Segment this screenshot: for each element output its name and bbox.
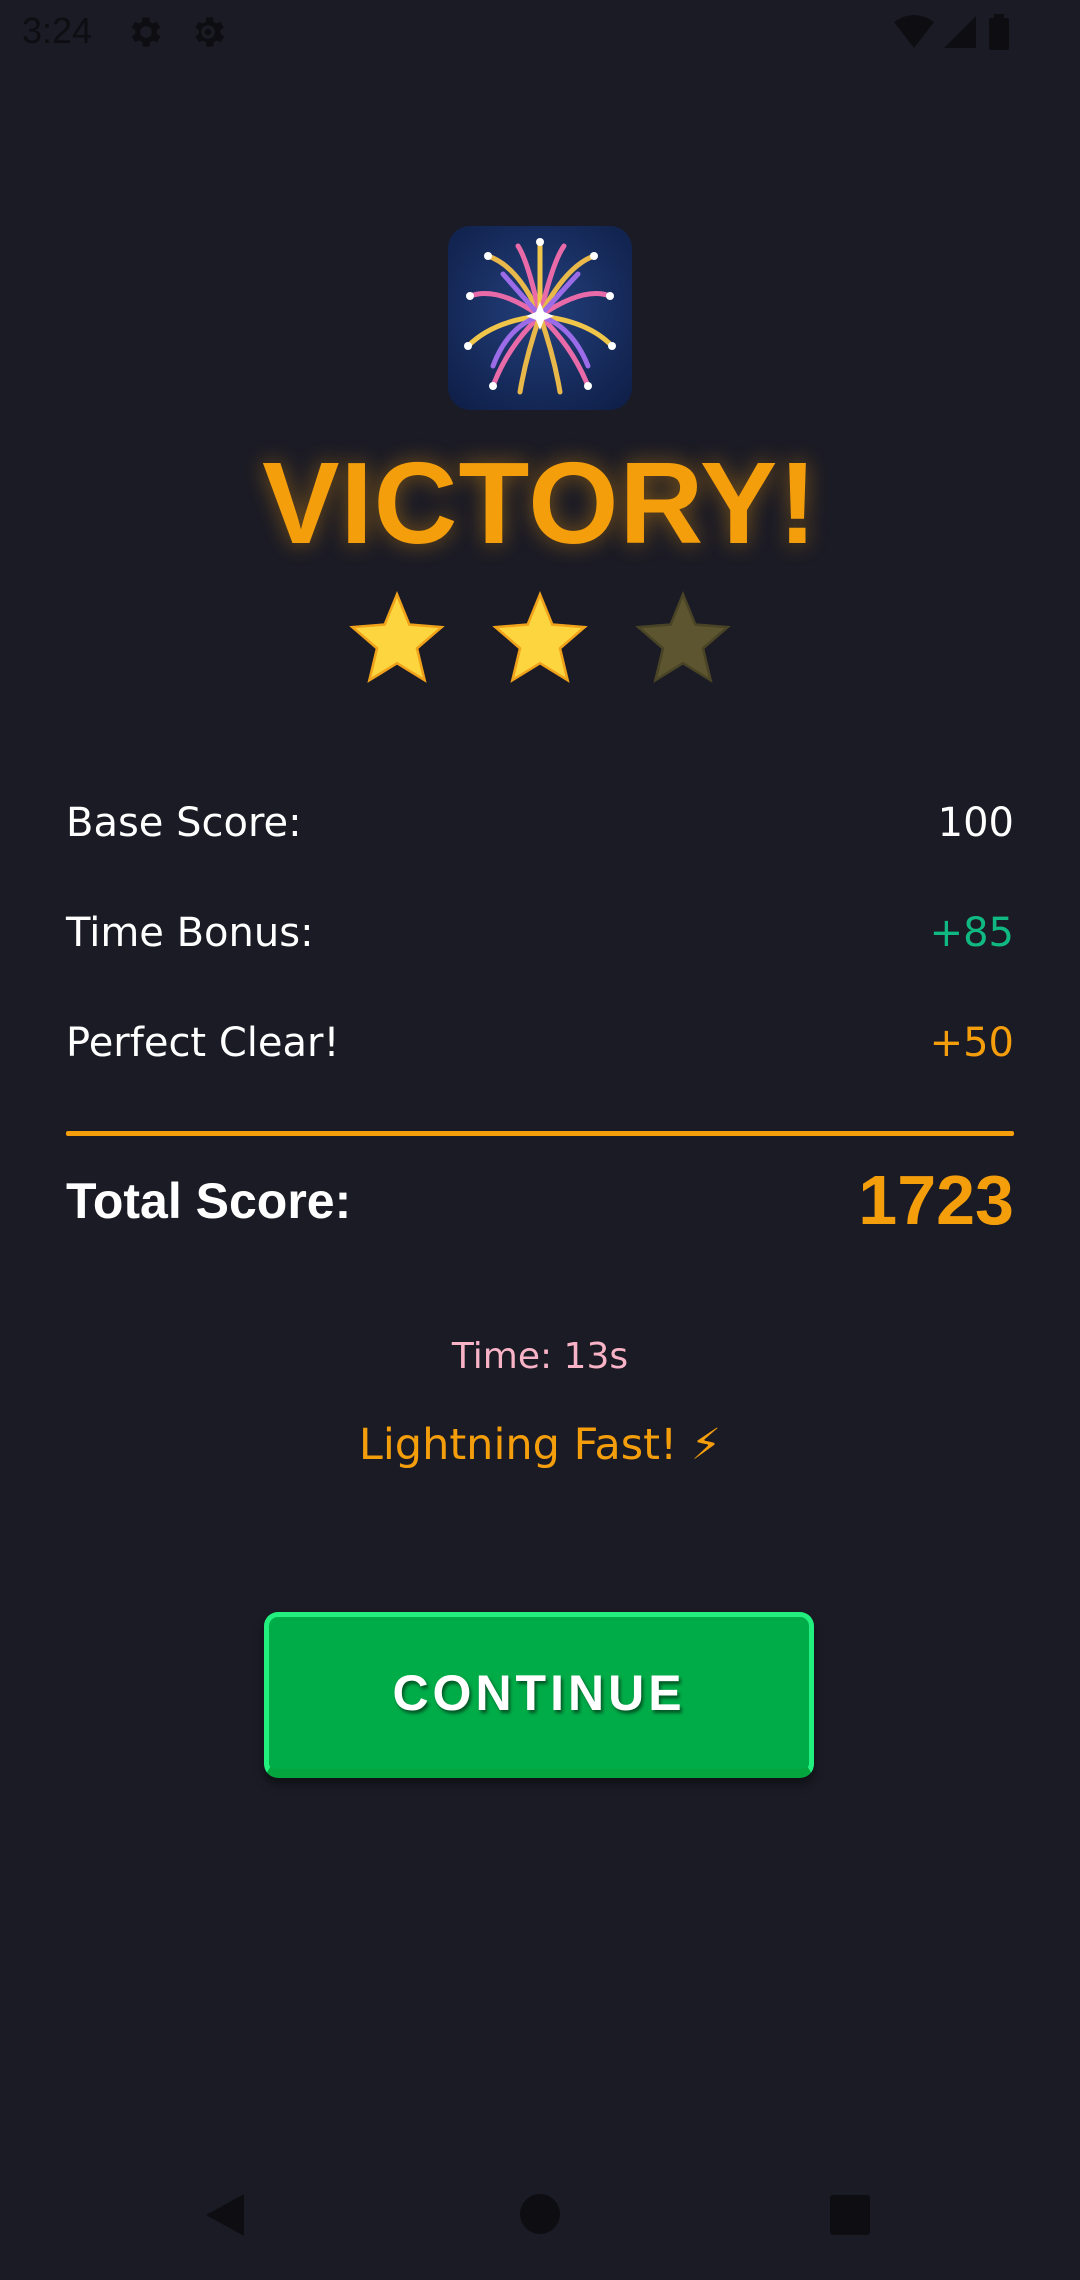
gear-outline-icon [195, 17, 225, 47]
victory-screen: 3:24 VICTORY! Base Score: 100 Time Bonus… [0, 0, 1080, 2280]
time-bonus-value: +85 [929, 910, 1014, 956]
gear-icon [131, 17, 161, 47]
star-filled-icon [349, 591, 445, 683]
recents-icon[interactable] [829, 2194, 871, 2236]
signal-icon [944, 16, 976, 48]
battery-icon [989, 14, 1009, 50]
navigation-bar [0, 2170, 1080, 2260]
continue-label: CONTINUE [392, 1665, 686, 1721]
base-score-label: Base Score: [66, 800, 302, 846]
status-time: 3:24 [22, 10, 93, 51]
star-rating [0, 588, 1080, 690]
continue-button[interactable]: CONTINUE [264, 1612, 814, 1778]
total-score-value: 1723 [858, 1161, 1014, 1239]
base-score-value: 100 [937, 800, 1014, 846]
time-bonus-label: Time Bonus: [66, 910, 314, 956]
perfect-clear-label: Perfect Clear! [66, 1020, 340, 1066]
total-score-label: Total Score: [66, 1173, 352, 1229]
back-icon[interactable] [204, 2192, 246, 2238]
star-filled-icon [492, 591, 588, 683]
fireworks-icon [448, 226, 632, 410]
home-icon[interactable] [519, 2193, 561, 2235]
perfect-clear-value: +50 [929, 1020, 1014, 1066]
victory-title: VICTORY! [262, 438, 818, 568]
status-bar: 3:24 [0, 0, 1080, 64]
time-text: Time: 13s [451, 1336, 629, 1377]
wifi-icon [894, 15, 934, 48]
divider [66, 1131, 1014, 1136]
speed-rating-text: Lightning Fast! ⚡ [358, 1420, 722, 1470]
star-empty-icon [635, 591, 731, 683]
status-icons [894, 14, 1010, 50]
